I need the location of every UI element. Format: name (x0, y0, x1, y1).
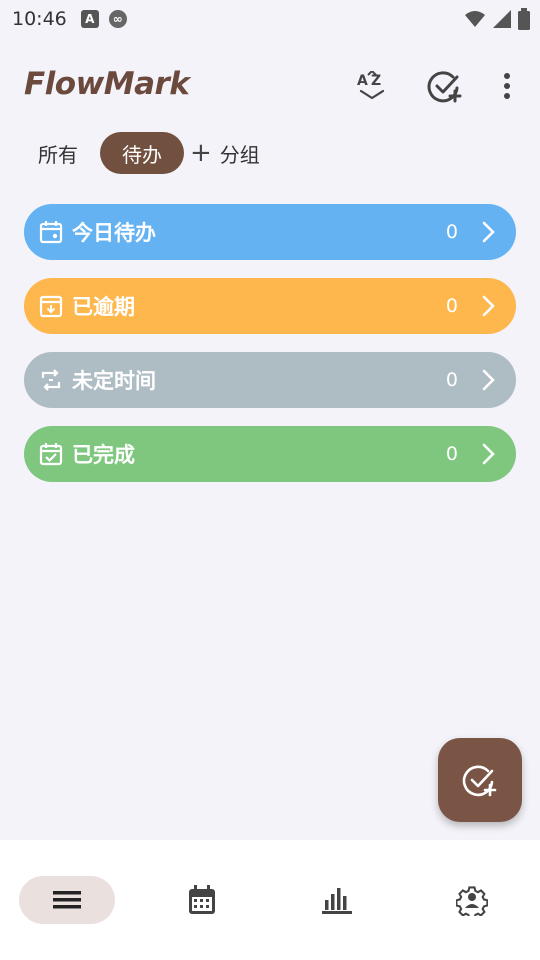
check-add-icon (462, 765, 497, 797)
category-unscheduled[interactable]: 未定时间 0 (24, 352, 516, 408)
bottom-nav (0, 840, 540, 960)
tab-groups[interactable]: 分组 (216, 139, 260, 168)
notification-a-icon: A (80, 10, 99, 28)
nav-settings[interactable] (424, 876, 520, 924)
add-task-fab[interactable] (438, 738, 522, 822)
category-overdue[interactable]: 已逾期 0 (24, 278, 516, 334)
settings-icon (456, 886, 488, 916)
category-count: 0 (445, 369, 458, 391)
category-label: 已逾期 (72, 295, 135, 319)
overdue-icon (38, 293, 64, 319)
cellular-icon (493, 10, 511, 28)
notification-infinity-icon: ∞ (108, 10, 127, 28)
calendar-dot-icon (38, 219, 64, 245)
more-vert-icon[interactable] (487, 66, 527, 106)
nav-calendar[interactable] (154, 876, 250, 924)
svg-text:A: A (357, 73, 368, 89)
category-completed[interactable]: 已完成 0 (24, 426, 516, 482)
category-list: 今日待办 0 已逾期 0 未定时间 0 已完成 0 (24, 204, 516, 500)
nav-list[interactable] (19, 876, 115, 924)
category-count: 0 (445, 443, 458, 465)
nav-statistics[interactable] (289, 876, 385, 924)
chevron-right-icon (478, 295, 500, 317)
repeat-arrow-icon (38, 367, 64, 393)
add-group-button[interactable]: + (190, 138, 212, 168)
app-bar: FlowMark A Z (0, 62, 540, 108)
list-icon (53, 891, 81, 909)
app-title: FlowMark (24, 66, 190, 102)
category-count: 0 (445, 295, 458, 317)
category-count: 0 (445, 221, 458, 243)
app-screen: 10:46 A ∞ FlowMark A Z 所有 待办 + 分组 今日待办 0… (0, 0, 540, 960)
status-bar: 10:46 A ∞ (0, 0, 540, 38)
status-time: 10:46 (12, 8, 67, 30)
tab-all[interactable]: 所有 (24, 132, 92, 174)
status-indicators (464, 8, 530, 30)
filter-tabs: 所有 待办 + 分组 (24, 131, 260, 175)
category-label: 今日待办 (72, 221, 156, 245)
battery-icon (518, 8, 530, 30)
category-label: 未定时间 (72, 369, 156, 393)
chevron-right-icon (478, 369, 500, 391)
calendar-check-icon (38, 441, 64, 467)
chevron-right-icon (478, 221, 500, 243)
category-today[interactable]: 今日待办 0 (24, 204, 516, 260)
tab-todo[interactable]: 待办 (100, 132, 184, 174)
svg-text:Z: Z (371, 73, 381, 89)
wifi-icon (465, 11, 485, 27)
category-label: 已完成 (72, 443, 135, 467)
bar-chart-icon (322, 888, 352, 914)
calendar-icon (189, 885, 215, 914)
sort-az-icon[interactable]: A Z (352, 66, 392, 106)
chevron-right-icon (478, 443, 500, 465)
check-add-icon[interactable] (425, 66, 465, 106)
